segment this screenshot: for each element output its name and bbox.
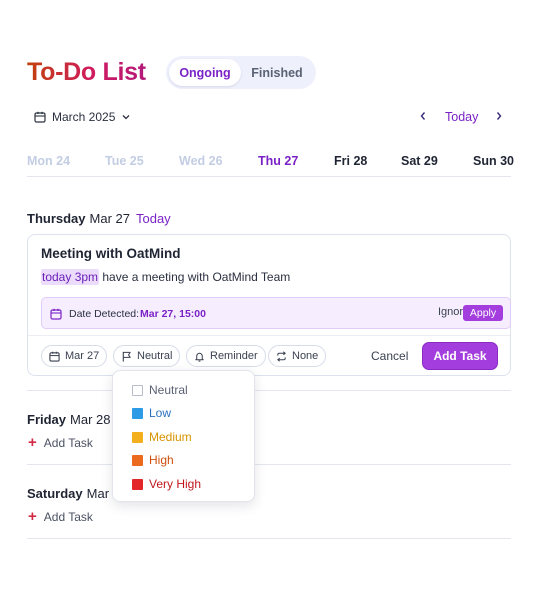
section-heading-saturday: Saturday Mar bbox=[27, 486, 109, 501]
plus-icon: + bbox=[28, 508, 37, 525]
option-label: Low bbox=[149, 406, 172, 420]
status-tabs: Ongoing Finished bbox=[166, 56, 316, 89]
divider bbox=[27, 176, 511, 177]
chevron-left-icon bbox=[418, 109, 428, 125]
prev-week-button[interactable] bbox=[418, 109, 428, 125]
very-high-swatch bbox=[132, 478, 143, 490]
day-mon[interactable]: Mon 24 bbox=[27, 154, 70, 168]
calendar-icon bbox=[50, 307, 62, 325]
calendar-icon bbox=[49, 351, 60, 362]
option-label: Medium bbox=[149, 430, 192, 444]
apply-button[interactable]: Apply bbox=[463, 305, 503, 321]
plus-icon: + bbox=[28, 434, 37, 451]
repeat-chip[interactable]: None bbox=[268, 345, 327, 367]
section-date: Mar 28 bbox=[70, 412, 111, 427]
repeat-chip-label: None bbox=[292, 350, 319, 362]
date-detection-banner: Date Detected: Mar 27, 15:00 Ignore Appl… bbox=[41, 297, 511, 329]
repeat-icon bbox=[276, 350, 287, 362]
divider bbox=[27, 538, 511, 539]
reminder-chip-label: Reminder bbox=[210, 350, 258, 362]
week-strip: Mon 24 Tue 25 Wed 26 Thu 27 Fri 28 Sat 2… bbox=[27, 154, 514, 176]
task-description-text: have a meeting with OatMind Team bbox=[99, 270, 291, 284]
today-tag: Today bbox=[135, 211, 171, 226]
app-title: To-Do List bbox=[27, 58, 146, 86]
tab-finished[interactable]: Finished bbox=[241, 59, 313, 86]
day-tue[interactable]: Tue 25 bbox=[105, 154, 144, 168]
task-editor-card: Meeting with OatMind today 3pm have a me… bbox=[27, 234, 511, 376]
divider bbox=[28, 335, 510, 336]
priority-option-high[interactable]: High bbox=[132, 453, 174, 467]
medium-swatch bbox=[132, 431, 143, 443]
divider bbox=[27, 464, 511, 465]
priority-chip-label: Neutral bbox=[137, 350, 173, 362]
detected-date-highlight: today 3pm bbox=[41, 269, 100, 285]
priority-option-low[interactable]: Low bbox=[132, 406, 171, 420]
add-task-link-friday[interactable]: + Add Task bbox=[28, 434, 93, 451]
section-heading-friday: Friday Mar 28 bbox=[27, 412, 110, 427]
chevron-right-icon bbox=[494, 109, 504, 125]
date-detected-label: Date Detected: bbox=[69, 308, 140, 320]
today-button[interactable]: Today bbox=[445, 110, 478, 124]
divider bbox=[27, 390, 511, 391]
section-day: Saturday bbox=[27, 486, 83, 501]
flag-icon bbox=[121, 351, 132, 362]
section-date: Mar 27 bbox=[89, 211, 130, 226]
day-wed[interactable]: Wed 26 bbox=[179, 154, 223, 168]
task-description[interactable]: today 3pm have a meeting with OatMind Te… bbox=[41, 269, 291, 285]
priority-option-very-high[interactable]: Very High bbox=[132, 477, 201, 491]
priority-chip[interactable]: Neutral bbox=[113, 345, 181, 367]
month-picker[interactable]: March 2025 bbox=[34, 110, 131, 124]
priority-option-neutral[interactable]: Neutral bbox=[132, 383, 188, 397]
bell-icon bbox=[194, 351, 205, 362]
priority-dropdown: Neutral Low Medium High Very High bbox=[112, 370, 255, 502]
add-task-label: Add Task bbox=[43, 436, 93, 450]
next-week-button[interactable] bbox=[494, 109, 504, 125]
add-task-label: Add Task bbox=[43, 510, 93, 524]
month-label: March 2025 bbox=[52, 110, 116, 124]
add-task-link-saturday[interactable]: + Add Task bbox=[28, 508, 93, 525]
tab-ongoing[interactable]: Ongoing bbox=[169, 59, 241, 86]
section-day: Thursday bbox=[27, 211, 86, 226]
cancel-button[interactable]: Cancel bbox=[371, 349, 408, 363]
calendar-icon bbox=[34, 111, 46, 123]
chevron-down-icon bbox=[121, 112, 131, 122]
date-detected-value: Mar 27, 15:00 bbox=[140, 308, 206, 320]
neutral-swatch bbox=[132, 384, 143, 396]
low-swatch bbox=[132, 407, 143, 419]
high-swatch bbox=[132, 454, 143, 466]
option-label: High bbox=[149, 453, 174, 467]
day-sat[interactable]: Sat 29 bbox=[401, 154, 438, 168]
priority-option-medium[interactable]: Medium bbox=[132, 430, 192, 444]
day-thu[interactable]: Thu 27 bbox=[258, 154, 298, 168]
add-task-button[interactable]: Add Task bbox=[422, 342, 498, 370]
section-date: Mar bbox=[86, 486, 110, 501]
option-label: Very High bbox=[149, 477, 202, 491]
section-day: Friday bbox=[27, 412, 67, 427]
day-sun[interactable]: Sun 30 bbox=[473, 154, 514, 168]
reminder-chip[interactable]: Reminder bbox=[186, 345, 266, 367]
section-heading-thursday: Thursday Mar 27 Today bbox=[27, 211, 171, 226]
option-label: Neutral bbox=[149, 383, 188, 397]
date-chip-label: Mar 27 bbox=[65, 350, 100, 362]
day-fri[interactable]: Fri 28 bbox=[334, 154, 367, 168]
task-title[interactable]: Meeting with OatMind bbox=[41, 246, 181, 261]
date-chip[interactable]: Mar 27 bbox=[41, 345, 108, 367]
